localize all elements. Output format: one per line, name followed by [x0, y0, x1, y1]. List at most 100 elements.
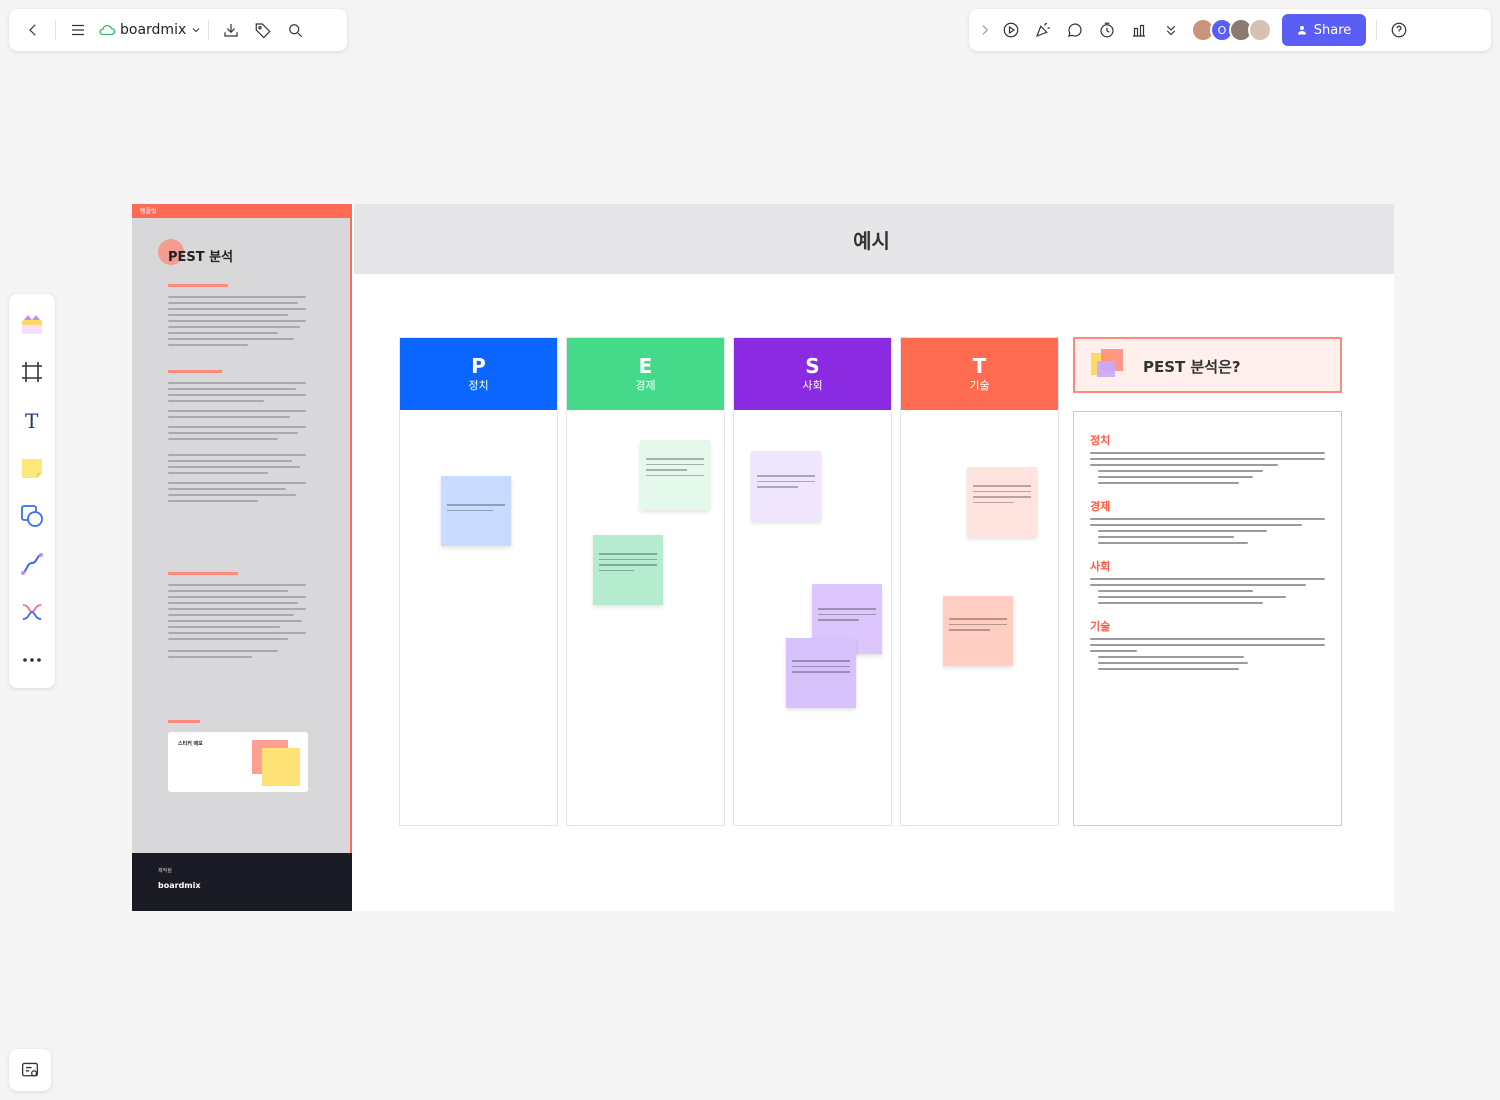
column-header: P 정치: [400, 338, 557, 410]
top-left-toolbar: boardmix: [9, 9, 347, 51]
text-line: [1098, 530, 1268, 532]
guide-text-line: [168, 296, 306, 298]
help-icon[interactable]: [1383, 14, 1415, 46]
minimap-icon[interactable]: [9, 1049, 51, 1091]
guide-text-line: [168, 494, 296, 496]
guide-text-line: [168, 308, 306, 310]
guide-text-line: [168, 438, 278, 440]
vote-icon[interactable]: [1123, 14, 1155, 46]
guide-text-line: [168, 388, 296, 390]
section-heading: 사회: [1090, 560, 1111, 573]
guide-panel: 템플릿 PEST 분석 스티커 메모 제작됨 boardmix: [132, 204, 352, 911]
more-down-icon[interactable]: [1155, 14, 1187, 46]
sticky-note-example-card: 스티커 메모: [168, 732, 308, 792]
mindmap-icon[interactable]: [14, 590, 50, 634]
column-name: 경제: [635, 379, 656, 392]
text-icon[interactable]: T: [14, 398, 50, 442]
guide-subheading: [168, 572, 238, 575]
share-button[interactable]: Share: [1282, 14, 1366, 46]
frame-icon[interactable]: [14, 350, 50, 394]
divider: [55, 20, 56, 40]
footer-brand: boardmix: [158, 881, 201, 890]
pest-description-panel[interactable]: 정치 경제 사회 기술: [1073, 411, 1342, 826]
text-line: [1090, 644, 1325, 646]
guide-text-line: [168, 626, 280, 628]
comment-icon[interactable]: [1059, 14, 1091, 46]
shape-icon[interactable]: [14, 494, 50, 538]
guide-text-line: [168, 488, 286, 490]
present-icon[interactable]: [995, 14, 1027, 46]
search-icon[interactable]: [279, 14, 311, 46]
pest-question-box[interactable]: PEST 분석은?: [1073, 337, 1342, 393]
connector-icon[interactable]: [14, 542, 50, 586]
guide-text-line: [168, 614, 294, 616]
guide-text-line: [168, 638, 288, 640]
sticky-note[interactable]: [786, 638, 856, 708]
section-heading: 기술: [1090, 620, 1111, 633]
template-board[interactable]: 템플릿 PEST 분석 스티커 메모 제작됨 boardmix 예시 P 정치 …: [132, 204, 1394, 911]
template-icon[interactable]: [14, 302, 50, 346]
text-line: [1098, 590, 1254, 592]
column-social[interactable]: S 사회: [733, 337, 892, 826]
sticky-note[interactable]: [967, 467, 1037, 537]
footer-label: 제작됨: [158, 868, 172, 874]
guide-text-line: [168, 410, 306, 412]
description-section: 정치: [1090, 432, 1325, 484]
text-line: [1098, 542, 1249, 544]
download-icon[interactable]: [215, 14, 247, 46]
collaborator-avatars[interactable]: O: [1191, 18, 1272, 42]
guide-text-line: [168, 332, 278, 334]
guide-text-line: [168, 632, 306, 634]
column-name: 기술: [969, 379, 990, 392]
guide-subheading: [168, 284, 228, 287]
pest-question-title: PEST 분석은?: [1143, 358, 1241, 376]
guide-text-line: [168, 466, 300, 468]
text-line: [1090, 650, 1137, 652]
guide-text-line: [168, 620, 302, 622]
sticky-note[interactable]: [640, 440, 710, 510]
text-line: [1098, 656, 1244, 658]
description-section: 경제: [1090, 498, 1325, 544]
guide-text-line: [168, 302, 298, 304]
column-name: 정치: [468, 379, 489, 392]
more-icon[interactable]: [14, 638, 50, 682]
sticky-note[interactable]: [751, 451, 821, 521]
sticky-note[interactable]: [943, 596, 1013, 666]
back-icon[interactable]: [17, 14, 49, 46]
guide-text-line: [168, 500, 258, 502]
column-letter: T: [972, 354, 987, 378]
guide-text-line: [168, 382, 306, 384]
guide-text-line: [168, 472, 268, 474]
column-header: S 사회: [734, 338, 891, 410]
guide-text-line: [168, 584, 306, 586]
guide-text-line: [168, 482, 306, 484]
guide-text-line: [168, 426, 306, 428]
sticky-note[interactable]: [441, 476, 511, 546]
guide-text-line: [168, 608, 306, 610]
tag-icon[interactable]: [247, 14, 279, 46]
chevron-right-icon[interactable]: [975, 14, 995, 46]
section-heading: 정치: [1090, 434, 1111, 447]
column-technological[interactable]: T 기술: [900, 337, 1059, 826]
guide-text-line: [168, 432, 298, 434]
svg-text:T: T: [25, 409, 39, 433]
sticky-note[interactable]: [593, 535, 663, 605]
guide-title: PEST 분석: [168, 250, 234, 265]
text-line: [1098, 662, 1249, 664]
celebrate-icon[interactable]: [1027, 14, 1059, 46]
guide-text-line: [168, 650, 278, 652]
text-line: [1090, 518, 1325, 520]
description-section: 기술: [1090, 618, 1325, 670]
text-line: [1090, 638, 1325, 640]
file-menu[interactable]: boardmix: [98, 22, 202, 38]
sticky-note-icon[interactable]: [14, 446, 50, 490]
timer-icon[interactable]: [1091, 14, 1123, 46]
guide-text-line: [168, 590, 288, 592]
cloud-icon: [99, 24, 116, 36]
text-line: [1098, 470, 1263, 472]
left-toolbar: T: [9, 294, 55, 688]
column-political[interactable]: P 정치: [399, 337, 558, 826]
section-header: 예시: [354, 204, 1394, 274]
user-add-icon: [1297, 26, 1306, 35]
menu-icon[interactable]: [62, 14, 94, 46]
